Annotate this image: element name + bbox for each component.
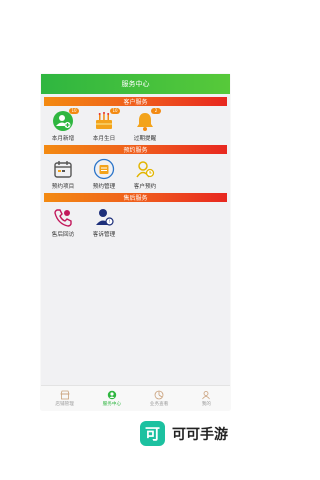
brand-text: 可可手游	[172, 426, 228, 443]
after-sales-grid: 售后回访 ! 客诉管理	[41, 202, 230, 238]
app-header: 服务中心	[41, 74, 230, 94]
new-customer-badge: 10	[69, 108, 79, 114]
grid-item-label: 过期提醒	[133, 136, 157, 142]
expiry-badge: 2	[151, 108, 161, 114]
grid-item-label: 预约管理	[92, 184, 116, 190]
grid-item-after-sales-callback[interactable]: 售后回访	[45, 206, 81, 238]
phone-callback-icon	[54, 209, 72, 227]
brand-logo-icon: 可	[140, 421, 165, 446]
section-header-after-sales: 售后服务	[44, 193, 227, 202]
grid-item-appointment-management[interactable]: 预约管理	[86, 158, 122, 190]
grid-item-monthly-new[interactable]: 10 本月新增	[45, 108, 81, 142]
customer-appointment-icon	[136, 161, 155, 178]
shop-icon	[60, 390, 70, 399]
grid-item-label: 客户预约	[133, 184, 157, 190]
calendar-icon	[54, 161, 72, 178]
page-title: 服务中心	[121, 80, 150, 88]
tab-profile[interactable]: 我的	[183, 386, 230, 410]
birthday-badge: 10	[110, 108, 120, 114]
service-center-icon	[107, 390, 117, 399]
grid-item-appointment-projects[interactable]: 预约项目	[45, 158, 81, 190]
grid-item-complaint-management[interactable]: ! 客诉管理	[86, 206, 122, 238]
grid-item-expiry-reminder[interactable]: 2 过期提醒	[127, 108, 163, 142]
profile-icon	[202, 390, 211, 399]
bottom-tab-bar: 店铺管理 服务中心 业务查看 我的	[41, 385, 230, 410]
section-title: 客户服务	[123, 99, 148, 106]
complaint-user-icon: !	[96, 209, 114, 226]
grid-item-label: 售后回访	[51, 232, 75, 238]
tab-label: 业务查看	[149, 401, 169, 407]
tab-label: 我的	[201, 401, 211, 407]
tab-business-view[interactable]: 业务查看	[136, 386, 183, 410]
tab-shop-management[interactable]: 店铺管理	[41, 386, 88, 410]
section-title: 售后服务	[123, 195, 148, 202]
appointment-service-grid: 预约项目 预约管理 客户预约	[41, 154, 230, 190]
grid-item-label: 预约项目	[51, 184, 75, 190]
section-header-customer-service: 客户服务	[44, 97, 227, 106]
app-screen: 服务中心 客户服务 10 本月新增 10 本月生日 2 过期提醒 预约服务 预约…	[41, 74, 230, 410]
svg-text:!: !	[109, 219, 111, 224]
chart-pie-icon	[154, 390, 164, 399]
tab-label: 服务中心	[102, 401, 122, 407]
appointment-management-icon	[93, 158, 115, 180]
tab-label: 店铺管理	[55, 401, 74, 407]
grid-item-monthly-birthday[interactable]: 10 本月生日	[86, 108, 122, 142]
grid-item-customer-appointment[interactable]: 客户预约	[127, 158, 163, 190]
grid-item-label: 本月生日	[92, 136, 116, 142]
grid-item-label: 客诉管理	[92, 232, 116, 238]
section-header-appointment-service: 预约服务	[44, 145, 227, 154]
watermark-brand: 可 可可手游	[140, 421, 228, 446]
grid-item-label: 本月新增	[51, 136, 75, 142]
tab-service-center[interactable]: 服务中心	[88, 386, 135, 410]
section-title: 预约服务	[123, 147, 148, 154]
customer-service-grid: 10 本月新增 10 本月生日 2 过期提醒	[41, 106, 230, 142]
